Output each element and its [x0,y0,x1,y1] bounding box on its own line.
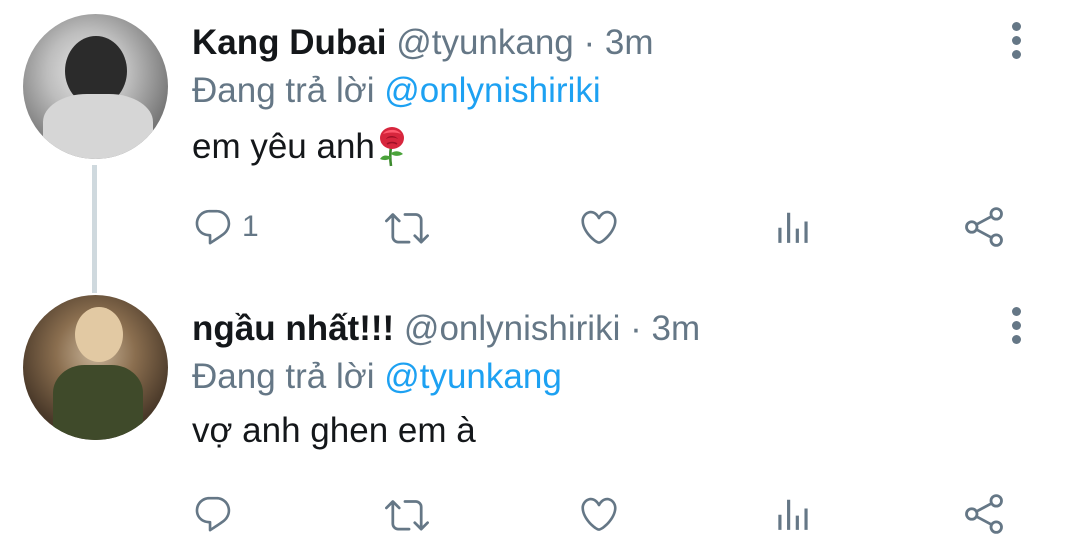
user-handle[interactable]: @onlynishiriki [404,309,620,348]
replying-to: Đang trả lời @onlynishiriki [192,70,1074,112]
tweet-text-body: em yêu anh [192,127,375,166]
reply-icon [192,493,234,535]
avatar[interactable] [23,14,168,159]
tweet-text: em yêu anh [192,126,1074,170]
tweet[interactable]: Kang Dubai @tyunkang · 3m Đang trả lời @… [0,0,1074,293]
heart-icon [578,206,620,248]
like-button[interactable] [578,493,620,535]
avatar[interactable] [23,295,168,440]
replying-to-label: Đang trả lời [192,357,375,396]
analytics-icon [772,493,810,535]
reply-count: 1 [242,210,259,243]
avatar-figure-body [53,365,143,440]
tweet-text: vợ anh ghen em à [192,411,476,450]
tweet-header: Kang Dubai @tyunkang · 3m [192,22,1074,64]
like-button[interactable] [578,206,620,248]
separator: · [583,23,596,62]
rose-emoji [379,126,404,166]
tweet-content: ngầu nhất!!! @onlynishiriki · 3m Đang tr… [192,308,1074,452]
analytics-icon [772,206,810,248]
display-name[interactable]: ngầu nhất!!! [192,309,394,348]
retweet-icon [385,493,429,537]
replying-to: Đang trả lời @tyunkang [192,356,1074,398]
display-name[interactable]: Kang Dubai [192,23,386,62]
mention-link[interactable]: @onlynishiriki [384,71,600,110]
retweet-icon [385,206,429,250]
separator: · [630,309,642,348]
reply-button[interactable]: 1 [192,206,259,248]
analytics-button[interactable] [772,206,810,248]
analytics-button[interactable] [772,493,810,535]
share-icon [963,206,1005,248]
thread-line [92,165,97,293]
mention-link[interactable]: @tyunkang [384,357,562,396]
share-icon [963,493,1005,535]
heart-icon [578,493,620,535]
timestamp[interactable]: 3m [651,309,700,348]
replying-to-label: Đang trả lời [192,71,375,110]
tweet-content: Kang Dubai @tyunkang · 3m Đang trả lời @… [192,22,1074,170]
avatar-figure [75,307,123,362]
share-button[interactable] [963,206,1005,248]
reply-button[interactable] [192,493,234,535]
retweet-button[interactable] [385,493,429,537]
timestamp[interactable]: 3m [605,23,654,62]
retweet-button[interactable] [385,206,429,250]
reply-icon [192,206,234,248]
avatar-figure-body [43,94,153,159]
tweet-header: ngầu nhất!!! @onlynishiriki · 3m [192,308,1074,350]
tweet[interactable]: ngầu nhất!!! @onlynishiriki · 3m Đang tr… [0,283,1074,547]
user-handle[interactable]: @tyunkang [396,23,574,62]
share-button[interactable] [963,493,1005,535]
